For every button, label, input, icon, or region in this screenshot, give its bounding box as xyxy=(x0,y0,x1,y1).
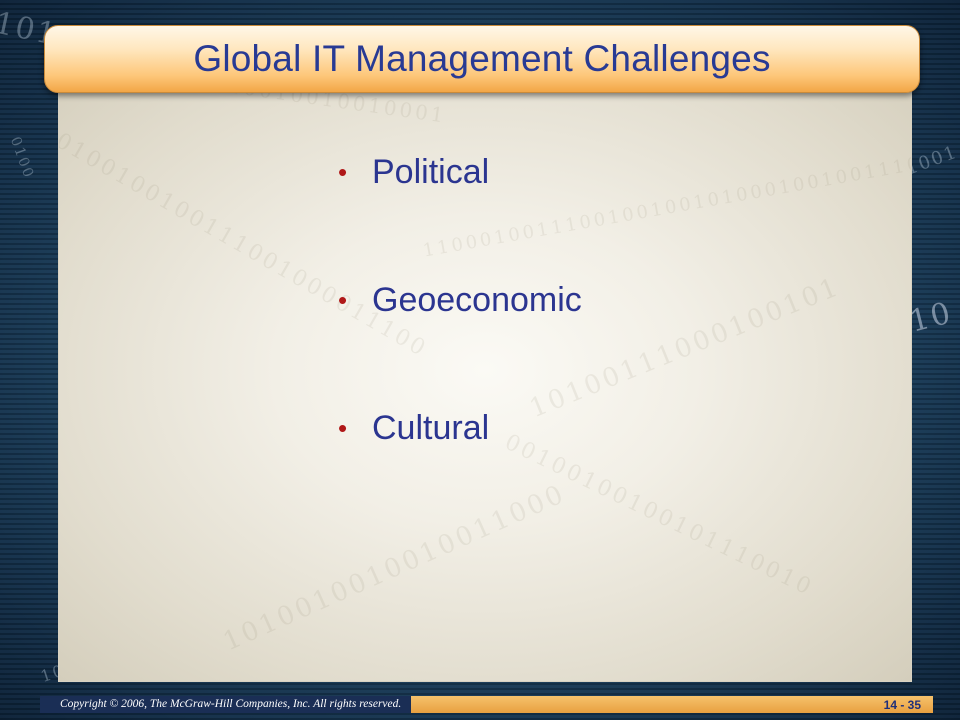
slide-number: 14 - 35 xyxy=(883,697,921,712)
bullet-list: • Political • Geoeconomic • Cultural xyxy=(338,140,582,524)
footer-bar: Copyright © 2006, The McGraw-Hill Compan… xyxy=(40,696,933,713)
bullet-marker-icon: • xyxy=(338,412,348,443)
bullet-marker-icon: • xyxy=(338,156,348,187)
bullet-marker-icon: • xyxy=(338,284,348,315)
bullet-text: Political xyxy=(372,152,490,191)
background-binary-pattern: 10 xyxy=(906,295,956,340)
bullet-item: • Cultural xyxy=(338,396,582,460)
bullet-text: Geoeconomic xyxy=(372,280,582,319)
copyright-notice: Copyright © 2006, The McGraw-Hill Compan… xyxy=(40,696,412,713)
bullet-item: • Geoeconomic xyxy=(338,268,582,332)
title-bar: Global IT Management Challenges xyxy=(44,25,920,93)
bullet-text: Cultural xyxy=(372,408,490,447)
slide-title: Global IT Management Challenges xyxy=(193,38,771,79)
background-binary-pattern: 0100 xyxy=(6,134,37,182)
bullet-item: • Political xyxy=(338,140,582,204)
slide: { "slide": { "title": "Global IT Managem… xyxy=(0,0,960,720)
